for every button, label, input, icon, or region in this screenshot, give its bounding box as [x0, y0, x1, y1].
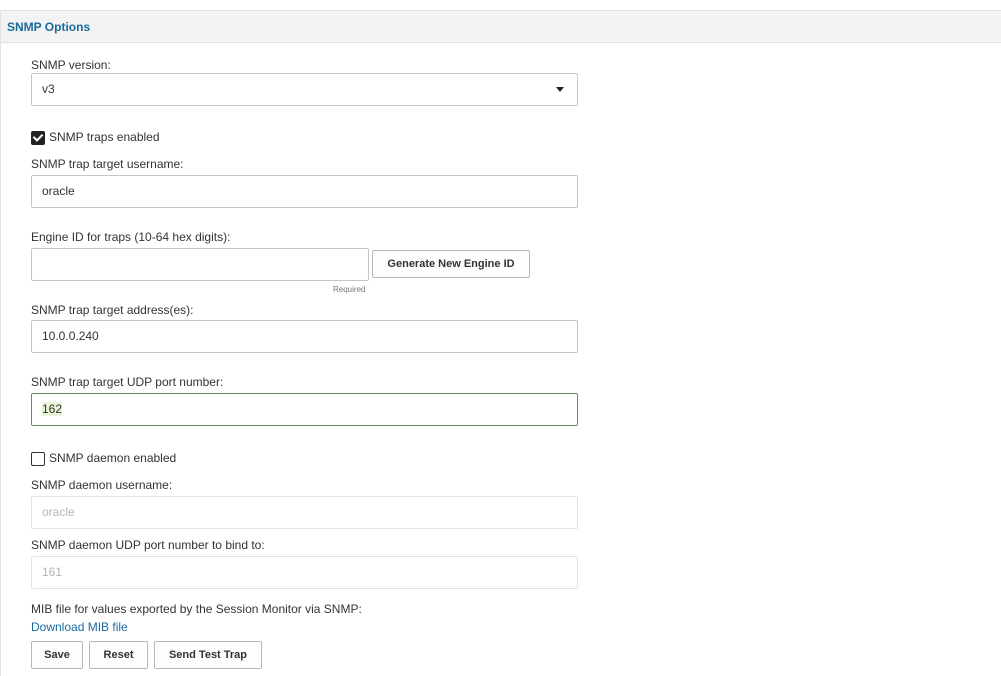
trap-port-label: SNMP trap target UDP port number: — [31, 375, 224, 389]
daemon-port-input[interactable]: 161 — [31, 556, 578, 589]
daemon-enabled-checkbox[interactable] — [31, 452, 45, 466]
traps-enabled-label: SNMP traps enabled — [49, 130, 160, 144]
download-mib-link[interactable]: Download MIB file — [31, 620, 128, 634]
engine-id-required-hint: Required — [333, 285, 366, 294]
save-button[interactable]: Save — [31, 641, 83, 669]
trap-port-input[interactable]: 162 — [31, 393, 578, 426]
trap-username-label: SNMP trap target username: — [31, 157, 184, 171]
generate-engine-id-button[interactable]: Generate New Engine ID — [372, 250, 530, 278]
engine-id-input[interactable] — [31, 248, 369, 281]
mib-label: MIB file for values exported by the Sess… — [31, 602, 362, 616]
trap-username-value: oracle — [42, 184, 75, 198]
daemon-username-placeholder: oracle — [42, 505, 75, 519]
chevron-down-icon — [556, 87, 564, 92]
trap-username-input[interactable]: oracle — [31, 175, 578, 208]
trap-address-value: 10.0.0.240 — [42, 329, 99, 343]
send-test-trap-button[interactable]: Send Test Trap — [154, 641, 262, 669]
trap-port-value: 162 — [42, 402, 63, 416]
traps-enabled-checkbox[interactable] — [31, 131, 45, 145]
daemon-username-input[interactable]: oracle — [31, 496, 578, 529]
daemon-enabled-label: SNMP daemon enabled — [49, 451, 177, 465]
snmp-version-value: v3 — [42, 82, 55, 96]
panel-header: SNMP Options — [1, 11, 1001, 43]
reset-button[interactable]: Reset — [89, 641, 148, 669]
trap-address-input[interactable]: 10.0.0.240 — [31, 320, 578, 353]
daemon-username-label: SNMP daemon username: — [31, 478, 173, 492]
panel-title: SNMP Options — [7, 20, 91, 34]
snmp-version-select[interactable]: v3 — [31, 73, 578, 106]
engine-id-label: Engine ID for traps (10-64 hex digits): — [31, 230, 231, 244]
daemon-port-label: SNMP daemon UDP port number to bind to: — [31, 538, 265, 552]
snmp-version-label: SNMP version: — [31, 58, 111, 72]
daemon-port-placeholder: 161 — [42, 565, 63, 579]
trap-address-label: SNMP trap target address(es): — [31, 303, 194, 317]
